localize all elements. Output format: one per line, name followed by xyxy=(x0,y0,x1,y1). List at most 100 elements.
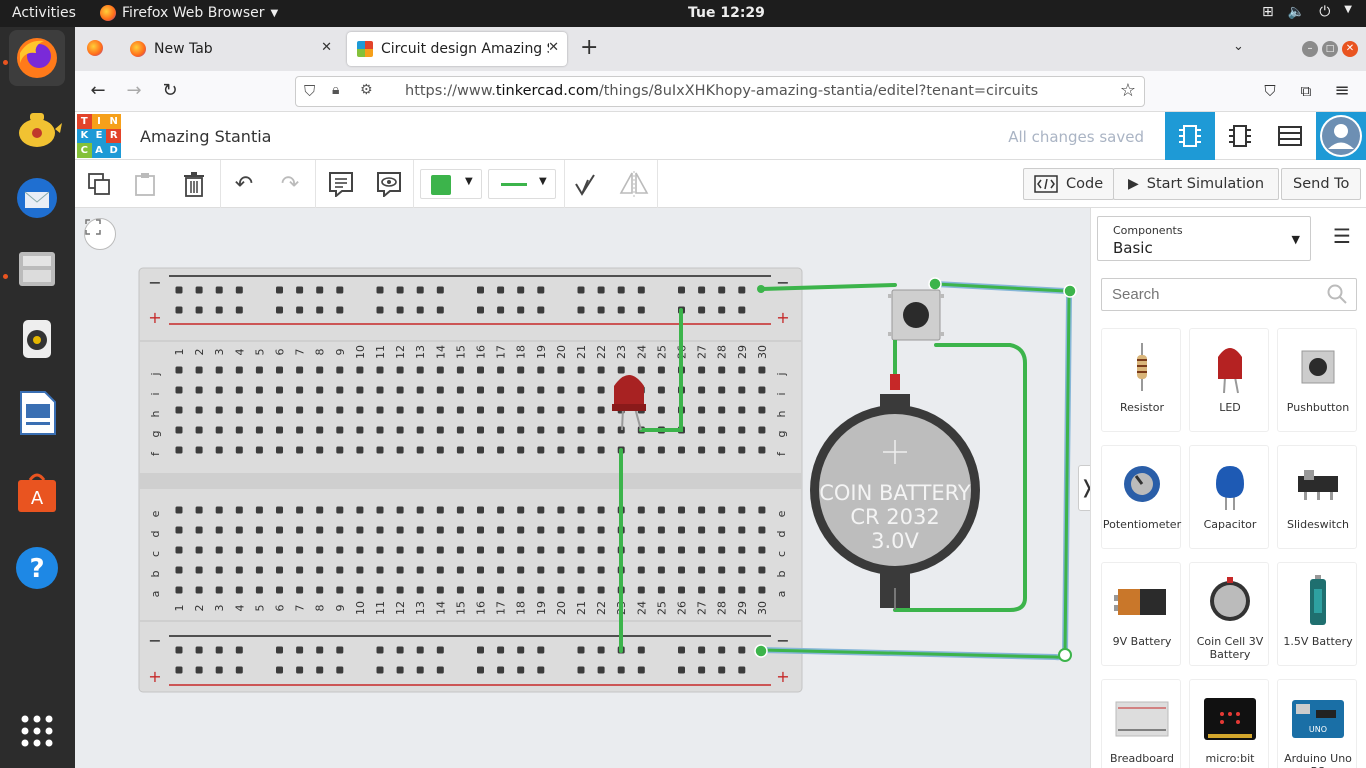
pushbutton-component[interactable] xyxy=(888,289,944,378)
breadboard-hole[interactable] xyxy=(296,506,304,514)
component-card-slideswitch[interactable]: Slideswitch xyxy=(1277,445,1357,549)
breadboard-hole[interactable] xyxy=(175,586,183,594)
breadboard-hole[interactable] xyxy=(497,546,505,554)
permissions-icon[interactable]: ⚙ xyxy=(360,82,373,98)
breadboard-hole[interactable] xyxy=(396,646,404,654)
window-close-button[interactable]: ✕ xyxy=(1342,41,1358,57)
coin-battery-component[interactable]: COIN BATTERY CR 2032 3.0V xyxy=(810,374,980,610)
breadboard-hole[interactable] xyxy=(195,286,203,294)
breadboard-hole[interactable] xyxy=(497,386,505,394)
breadboard-hole[interactable] xyxy=(235,366,243,374)
breadboard-hole[interactable] xyxy=(738,666,746,674)
dock-firefox[interactable] xyxy=(9,30,65,86)
breadboard-hole[interactable] xyxy=(597,566,605,574)
breadboard-hole[interactable] xyxy=(175,366,183,374)
breadboard-hole[interactable] xyxy=(416,286,424,294)
breadboard-hole[interactable] xyxy=(336,446,344,454)
breadboard-hole[interactable] xyxy=(537,546,545,554)
breadboard-hole[interactable] xyxy=(537,286,545,294)
breadboard-hole[interactable] xyxy=(276,526,283,534)
close-icon[interactable]: ✕ xyxy=(548,40,559,55)
component-card-breadboard[interactable]: Breadboard xyxy=(1101,679,1181,768)
breadboard-hole[interactable] xyxy=(276,366,283,374)
breadboard-hole[interactable] xyxy=(597,366,605,374)
breadboard-hole[interactable] xyxy=(517,566,525,574)
breadboard-hole[interactable] xyxy=(336,546,344,554)
breadboard-hole[interactable] xyxy=(557,586,565,594)
breadboard-hole[interactable] xyxy=(637,526,645,534)
breadboard-hole[interactable] xyxy=(698,406,706,414)
breadboard-hole[interactable] xyxy=(637,306,645,314)
breadboard-hole[interactable] xyxy=(255,546,263,554)
breadboard-hole[interactable] xyxy=(175,646,183,654)
breadboard-hole[interactable] xyxy=(416,546,424,554)
redo-button[interactable]: ↷ xyxy=(273,168,307,200)
breadboard-hole[interactable] xyxy=(396,506,404,514)
breadboard-hole[interactable] xyxy=(597,526,605,534)
breadboard-hole[interactable] xyxy=(416,566,424,574)
breadboard-hole[interactable] xyxy=(537,426,545,434)
breadboard-hole[interactable] xyxy=(597,386,605,394)
breadboard-hole[interactable] xyxy=(577,586,585,594)
breadboard-hole[interactable] xyxy=(577,426,585,434)
breadboard-hole[interactable] xyxy=(758,446,766,454)
delete-button[interactable] xyxy=(177,168,211,200)
schematic-view-button[interactable] xyxy=(1215,112,1265,160)
breadboard-hole[interactable] xyxy=(517,386,525,394)
breadboard-hole[interactable] xyxy=(577,666,585,674)
breadboard-hole[interactable] xyxy=(718,666,726,674)
breadboard-hole[interactable] xyxy=(376,406,384,414)
breadboard-hole[interactable] xyxy=(316,646,324,654)
breadboard-hole[interactable] xyxy=(597,446,605,454)
breadboard-hole[interactable] xyxy=(316,426,324,434)
breadboard-hole[interactable] xyxy=(477,286,484,294)
breadboard-hole[interactable] xyxy=(577,446,585,454)
breadboard-hole[interactable] xyxy=(336,506,344,514)
breadboard-hole[interactable] xyxy=(718,506,726,514)
breadboard-hole[interactable] xyxy=(255,526,263,534)
breadboard-hole[interactable] xyxy=(336,586,344,594)
breadboard-hole[interactable] xyxy=(296,426,304,434)
breadboard-hole[interactable] xyxy=(376,666,384,674)
breadboard-hole[interactable] xyxy=(215,566,223,574)
breadboard-hole[interactable] xyxy=(436,426,444,434)
tinkercad-logo[interactable]: TINKERCAD xyxy=(77,114,121,158)
breadboard-hole[interactable] xyxy=(758,526,766,534)
clock[interactable]: Tue 12:29 xyxy=(688,5,765,21)
breadboard-hole[interactable] xyxy=(376,446,384,454)
breadboard-hole[interactable] xyxy=(356,386,364,394)
breadboard-hole[interactable] xyxy=(477,586,484,594)
breadboard-hole[interactable] xyxy=(356,366,364,374)
breadboard-hole[interactable] xyxy=(517,306,525,314)
breadboard-hole[interactable] xyxy=(698,366,706,374)
breadboard-hole[interactable] xyxy=(497,646,505,654)
breadboard-hole[interactable] xyxy=(738,426,746,434)
breadboard-hole[interactable] xyxy=(657,446,665,454)
menu-icon[interactable]: ≡ xyxy=(1329,79,1355,105)
breadboard-hole[interactable] xyxy=(436,386,444,394)
breadboard-hole[interactable] xyxy=(738,506,746,514)
breadboard-hole[interactable] xyxy=(255,406,263,414)
breadboard-hole[interactable] xyxy=(316,366,324,374)
breadboard-hole[interactable] xyxy=(276,666,283,674)
reload-button[interactable]: ↻ xyxy=(157,79,183,105)
breadboard-hole[interactable] xyxy=(296,666,304,674)
breadboard-hole[interactable] xyxy=(356,526,364,534)
breadboard-hole[interactable] xyxy=(758,546,766,554)
breadboard-hole[interactable] xyxy=(296,566,304,574)
breadboard-hole[interactable] xyxy=(296,406,304,414)
breadboard-hole[interactable] xyxy=(456,406,464,414)
breadboard-hole[interactable] xyxy=(296,646,304,654)
breadboard-hole[interactable] xyxy=(577,546,585,554)
breadboard-hole[interactable] xyxy=(758,566,766,574)
breadboard-hole[interactable] xyxy=(175,426,183,434)
shield-icon[interactable]: ⛉ xyxy=(304,82,315,100)
breadboard-hole[interactable] xyxy=(537,446,545,454)
breadboard-hole[interactable] xyxy=(537,506,545,514)
project-title[interactable]: Amazing Stantia xyxy=(140,127,271,146)
dock-software[interactable]: A xyxy=(9,465,65,521)
breadboard-hole[interactable] xyxy=(235,406,243,414)
breadboard-hole[interactable] xyxy=(537,366,545,374)
breadboard-hole[interactable] xyxy=(497,406,505,414)
breadboard-hole[interactable] xyxy=(175,406,183,414)
